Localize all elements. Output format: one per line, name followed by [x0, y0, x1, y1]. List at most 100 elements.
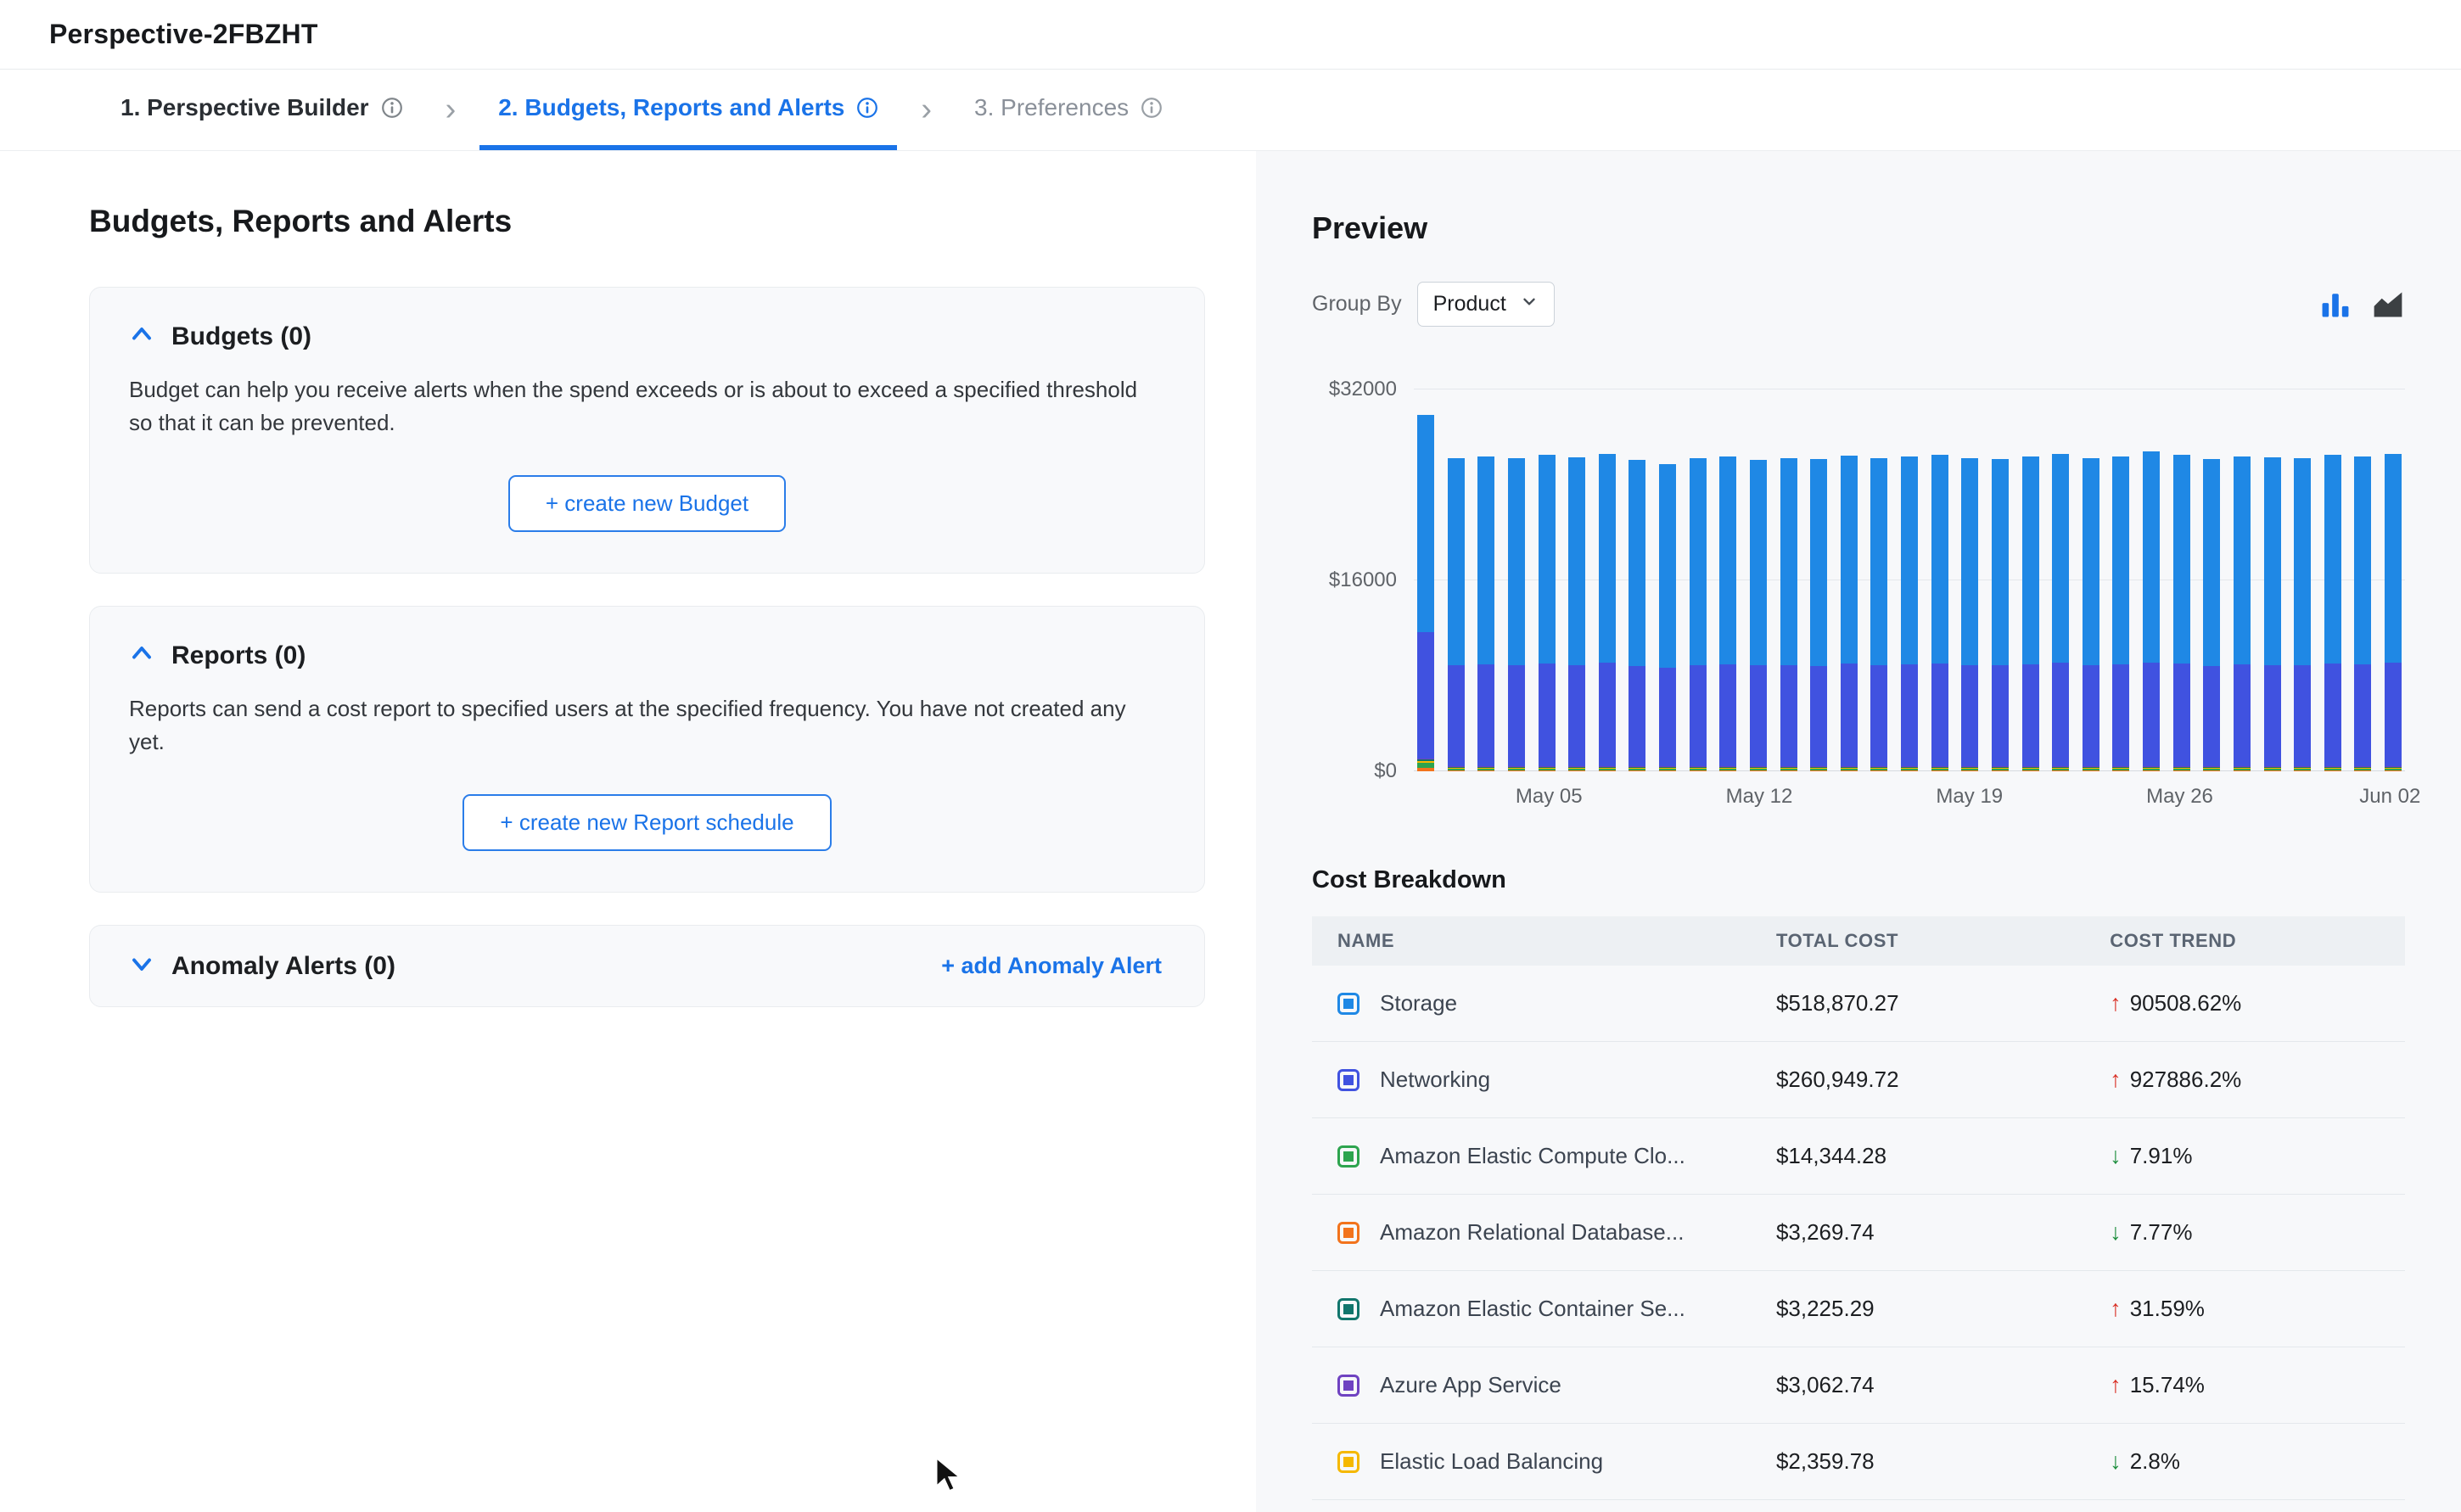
bar-segment	[2354, 456, 2371, 664]
group-by-select[interactable]: Product	[1417, 282, 1555, 327]
stacked-bar	[2083, 458, 2099, 771]
stacked-bar	[2022, 456, 2039, 771]
stacked-bar	[1448, 458, 1465, 771]
bar-segment	[1750, 665, 1767, 766]
chart-plot	[1414, 372, 2405, 771]
stacked-bar	[1961, 458, 1978, 771]
bar-segment	[2264, 665, 2281, 767]
bar-segment	[1417, 632, 1434, 759]
stacked-bar	[2354, 456, 2371, 771]
bar-segment	[1690, 665, 1707, 767]
bar-segment	[1659, 464, 1676, 668]
budgets-card-header[interactable]: Budgets (0)	[129, 322, 1165, 351]
bar-segment	[1901, 456, 1918, 664]
bar-segment	[1750, 460, 1767, 666]
bar-segment	[2173, 664, 2190, 766]
step-budgets-reports-alerts[interactable]: 2. Budgets, Reports and Alerts	[479, 70, 897, 150]
bar-segment	[2324, 455, 2341, 664]
bar-segment	[1931, 455, 1948, 664]
stacked-bar	[1901, 456, 1918, 771]
anomaly-card-header[interactable]: Anomaly Alerts (0)	[129, 951, 395, 981]
bar-segment	[2203, 666, 2220, 767]
step-preferences[interactable]: 3. Preferences	[956, 70, 1181, 150]
row-name: Storage	[1380, 990, 1457, 1016]
bar-segment	[2203, 459, 2220, 665]
anomaly-card-title: Anomaly Alerts (0)	[171, 952, 395, 981]
bar-segment	[2385, 454, 2402, 664]
budgets-description: Budget can help you receive alerts when …	[129, 373, 1160, 440]
reports-description: Reports can send a cost report to specif…	[129, 692, 1160, 759]
stacked-bar	[2385, 454, 2402, 771]
row-total-cost: $518,870.27	[1771, 990, 2110, 1016]
bar-chart-icon[interactable]	[2318, 288, 2352, 322]
cost-breakdown-table: NAME TOTAL COST COST TREND Storage $518,8…	[1312, 916, 2405, 1500]
bar-segment	[1961, 665, 1978, 767]
bar-segment	[2173, 455, 2190, 664]
bar-segment	[1992, 665, 2009, 766]
info-icon[interactable]	[381, 97, 403, 119]
bar-segment	[2083, 458, 2099, 665]
bar-segment	[1870, 458, 1887, 665]
bar-segment	[1780, 665, 1797, 767]
stacked-bar	[2052, 454, 2069, 771]
add-anomaly-alert-button[interactable]: + add Anomaly Alert	[938, 953, 1165, 979]
series-color-swatch	[1337, 1375, 1359, 1397]
stacked-bar	[2324, 455, 2341, 771]
bar-segment	[2112, 664, 2129, 766]
bar-segment	[1659, 668, 1676, 767]
create-budget-button[interactable]: + create new Budget	[508, 475, 786, 532]
series-color-swatch	[1337, 1069, 1359, 1091]
bar-segment	[1599, 454, 1616, 664]
row-name: Amazon Elastic Compute Clo...	[1380, 1143, 1685, 1169]
x-tick-label: Jun 02	[2359, 785, 2420, 809]
trend-down-icon: ↓	[2110, 1448, 2122, 1475]
bar-segment	[1629, 460, 1645, 666]
bar-segment	[1599, 663, 1616, 766]
bar-segment	[1780, 458, 1797, 665]
info-icon[interactable]	[1141, 97, 1163, 119]
stacked-bar	[1599, 454, 1616, 771]
row-cost-trend: 927886.2%	[2130, 1067, 2242, 1093]
preview-chart: $0$16000$32000	[1312, 372, 2405, 771]
chevron-right-icon: ›	[897, 70, 956, 150]
stacked-bar	[1508, 458, 1525, 771]
info-icon[interactable]	[856, 97, 878, 119]
reports-card-header[interactable]: Reports (0)	[129, 641, 1165, 670]
stacked-bar	[2143, 451, 2160, 771]
bar-segment	[2022, 664, 2039, 766]
trend-up-icon: ↑	[2110, 990, 2122, 1016]
bar-segment	[1568, 665, 1585, 767]
stacked-bar	[1780, 458, 1797, 771]
bar-segment	[1992, 459, 2009, 665]
area-chart-icon[interactable]	[2371, 288, 2405, 322]
bar-segment	[2234, 456, 2251, 664]
bar-segment	[2083, 665, 2099, 767]
bar-segment	[1568, 457, 1585, 665]
table-header-row: NAME TOTAL COST COST TREND	[1312, 916, 2405, 966]
row-cost-trend: 2.8%	[2130, 1448, 2180, 1475]
stacked-bar	[1931, 455, 1948, 771]
bar-segment	[2052, 454, 2069, 664]
app-header: Perspective-2FBZHT	[0, 0, 2461, 70]
row-total-cost: $3,062.74	[1771, 1372, 2110, 1398]
reports-card: Reports (0) Reports can send a cost repo…	[89, 606, 1205, 893]
header-name: NAME	[1312, 930, 1771, 952]
preview-heading: Preview	[1312, 210, 2405, 246]
bar-segment	[1810, 459, 1827, 665]
row-cost-trend: 90508.62%	[2130, 990, 2242, 1016]
stacked-bar	[2294, 458, 2311, 771]
row-name: Elastic Load Balancing	[1380, 1448, 1603, 1475]
create-report-schedule-button[interactable]: + create new Report schedule	[462, 794, 831, 851]
bar-segment	[1448, 665, 1465, 767]
bar-segment	[1508, 665, 1525, 766]
bar-segment	[1810, 666, 1827, 767]
step-perspective-builder[interactable]: 1. Perspective Builder	[102, 70, 422, 150]
stacked-bar	[1690, 458, 1707, 771]
stacked-bar	[2264, 457, 2281, 771]
anomaly-alerts-card: Anomaly Alerts (0) + add Anomaly Alert	[89, 925, 1205, 1007]
bar-segment	[1448, 458, 1465, 664]
series-color-swatch	[1337, 993, 1359, 1015]
row-name: Azure App Service	[1380, 1372, 1561, 1398]
stacked-bar	[1568, 457, 1585, 771]
stacked-bar	[2203, 459, 2220, 771]
